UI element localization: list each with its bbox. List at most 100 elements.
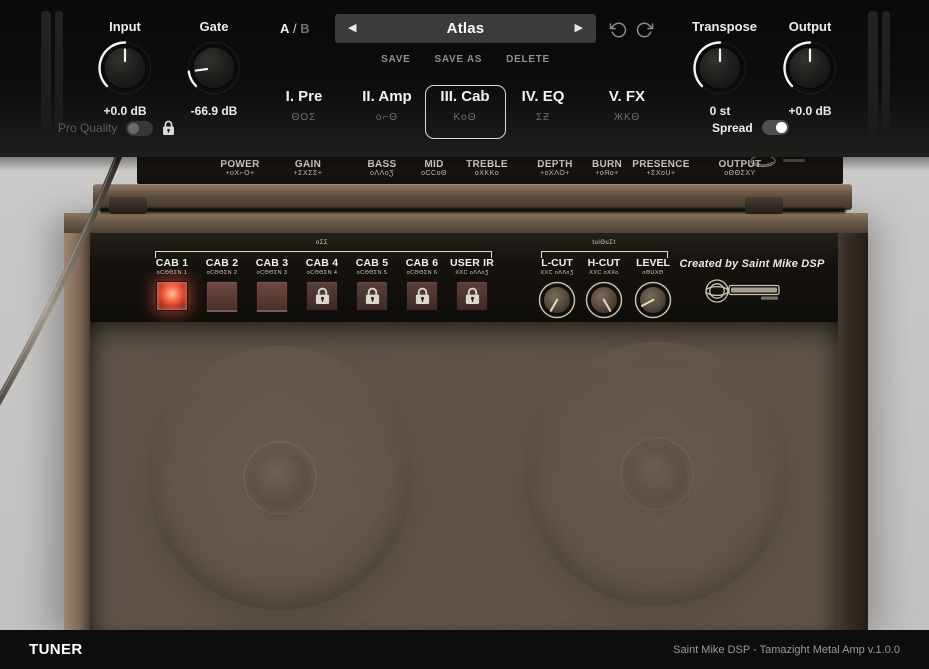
pro-quality-label: Pro Quality bbox=[58, 121, 117, 135]
lock-icon bbox=[162, 120, 175, 136]
level-knob[interactable] bbox=[631, 278, 675, 322]
cab2-column: CAB 2 oCΘΘΣN 2 bbox=[198, 257, 246, 312]
transpose-knob[interactable] bbox=[692, 40, 748, 96]
cab5-button[interactable] bbox=[356, 281, 388, 311]
amp-foot-left bbox=[109, 197, 147, 214]
tab-amp-label: II. Amp bbox=[342, 88, 432, 105]
output-control: OUTPUT oΘΘΣΧY bbox=[700, 159, 780, 177]
gate-knob-group: Gate -66.9 dB bbox=[186, 19, 242, 118]
depth-label: DEPTH bbox=[515, 159, 595, 170]
cab2-glyph: oCΘΘΣN 2 bbox=[198, 270, 246, 276]
lock-icon bbox=[414, 287, 431, 306]
tab-fx-label: V. FX bbox=[582, 88, 672, 105]
preset-next-icon[interactable]: ▶ bbox=[575, 23, 583, 34]
h-cut-knob[interactable] bbox=[582, 278, 626, 322]
presence-label: PRESENCE bbox=[621, 159, 701, 170]
transpose-knob-value: 0 st bbox=[692, 104, 748, 118]
cab2-button[interactable] bbox=[206, 281, 238, 312]
gate-knob-value: -66.9 dB bbox=[186, 104, 242, 118]
plugin-version-text: Saint Mike DSP - Tamazight Metal Amp v.1… bbox=[673, 644, 900, 656]
speaker-cabinet: oΣΣ CAB 1 oCΘΘΣN 1 CAB 2 oCΘΘΣN 2 CAB 3 … bbox=[64, 213, 868, 630]
cabinet-left-frame bbox=[64, 233, 90, 630]
preset-prev-icon[interactable]: ◀ bbox=[348, 23, 356, 34]
spread-label: Spread bbox=[712, 121, 753, 135]
gate-knob-label: Gate bbox=[186, 19, 242, 34]
tab-cab-glyph: ΚoΘ bbox=[420, 112, 510, 123]
output-glyph: oΘΘΣΧY bbox=[700, 170, 780, 177]
power-label: POWER bbox=[200, 159, 280, 170]
tuner-button[interactable]: TUNER bbox=[29, 641, 83, 658]
credit-text: Created by Saint Mike DSP bbox=[662, 258, 842, 270]
ab-a-label: A bbox=[280, 21, 289, 36]
cab3-glyph: oCΘΘΣN 3 bbox=[248, 270, 296, 276]
gain-control: GAIN +ΣΧΣΣ+ bbox=[268, 159, 348, 177]
input-knob[interactable] bbox=[97, 40, 153, 96]
delete-button[interactable]: DELETE bbox=[506, 54, 550, 65]
preset-name[interactable]: Atlas bbox=[447, 20, 485, 37]
lock-icon bbox=[364, 287, 381, 306]
mid-label: MID bbox=[394, 159, 474, 170]
presence-control: PRESENCE +ΣΧoU+ bbox=[621, 159, 701, 177]
level-glyph: oΘUΧΘ bbox=[623, 270, 683, 276]
tab-cab[interactable]: III. Cab ΚoΘ bbox=[420, 88, 510, 123]
cab5-glyph: oCΘΘΣN 5 bbox=[348, 270, 396, 276]
user-ir-glyph: ΧΧC oΛΛoƷ bbox=[448, 270, 496, 276]
tab-pre[interactable]: I. Pre ΘΟΣ bbox=[259, 88, 349, 123]
gate-knob[interactable] bbox=[186, 40, 242, 96]
cab1-glyph: oCΘΘΣN 1 bbox=[148, 270, 196, 276]
cab3-column: CAB 3 oCΘΘΣN 3 bbox=[248, 257, 296, 312]
cab1-column: CAB 1 oCΘΘΣN 1 bbox=[148, 257, 196, 311]
pro-quality-toggle[interactable] bbox=[126, 121, 153, 136]
output-knob-label: Output bbox=[782, 19, 838, 34]
redo-icon[interactable] bbox=[636, 21, 654, 39]
presence-glyph: +ΣΧoU+ bbox=[621, 170, 701, 177]
cab6-button[interactable] bbox=[406, 281, 438, 311]
cab3-button[interactable] bbox=[256, 281, 288, 312]
filter-group-glyph: tulΘuΣt bbox=[559, 240, 649, 246]
transpose-knob-group: Transpose 0 st bbox=[692, 19, 748, 118]
cab6-column: CAB 6 oCΘΘΣN 6 bbox=[398, 257, 446, 311]
tab-pre-glyph: ΘΟΣ bbox=[259, 112, 349, 123]
tab-fx[interactable]: V. FX ЖΚΘ bbox=[582, 88, 672, 123]
bass-label: BASS bbox=[342, 159, 422, 170]
burn-label: BURN bbox=[567, 159, 647, 170]
preset-selector: ◀ Atlas ▶ bbox=[335, 14, 596, 43]
right-speaker bbox=[525, 342, 789, 606]
amp-brand-logo bbox=[749, 157, 819, 171]
save-button[interactable]: SAVE bbox=[381, 54, 410, 65]
tab-cab-label: III. Cab bbox=[420, 88, 510, 105]
save-as-button[interactable]: SAVE AS bbox=[434, 54, 482, 65]
cab5-label: CAB 5 bbox=[348, 257, 396, 269]
user-ir-column: USER IR ΧΧC oΛΛoƷ bbox=[448, 257, 496, 311]
input-meter-right bbox=[55, 11, 63, 133]
cab1-button[interactable] bbox=[156, 281, 188, 311]
lock-icon bbox=[464, 287, 481, 306]
spread-row: Spread bbox=[712, 120, 789, 135]
output-label: OUTPUT bbox=[700, 159, 780, 170]
cab4-glyph: oCΘΘΣN 4 bbox=[298, 270, 346, 276]
tab-eq[interactable]: IV. EQ ΣƵ bbox=[498, 88, 588, 123]
user-ir-button[interactable] bbox=[456, 281, 488, 311]
cab-group-glyph: oΣΣ bbox=[277, 240, 367, 246]
left-speaker bbox=[148, 346, 412, 610]
l-cut-knob[interactable] bbox=[535, 278, 579, 322]
cabinet-control-panel: oΣΣ CAB 1 oCΘΘΣN 1 CAB 2 oCΘΘΣN 2 CAB 3 … bbox=[90, 233, 838, 323]
cab4-label: CAB 4 bbox=[298, 257, 346, 269]
tab-eq-label: IV. EQ bbox=[498, 88, 588, 105]
tab-amp[interactable]: II. Amp o⌐Θ bbox=[342, 88, 432, 123]
cab2-label: CAB 2 bbox=[198, 257, 246, 269]
input-knob-label: Input bbox=[97, 19, 153, 34]
output-knob[interactable] bbox=[782, 40, 838, 96]
amp-head-panel: POWER +oΧ⌐O+ GAIN +ΣΧΣΣ+ BASS oΛΛoƷ MID … bbox=[137, 157, 843, 184]
ab-separator: / bbox=[289, 21, 300, 36]
ab-b-label: B bbox=[300, 21, 309, 36]
amp-render-scene: oΣΣ CAB 1 oCΘΘΣN 1 CAB 2 oCΘΘΣN 2 CAB 3 … bbox=[0, 157, 929, 630]
ab-compare-switch[interactable]: A / B bbox=[280, 21, 310, 36]
pro-quality-row: Pro Quality bbox=[58, 120, 175, 136]
gain-glyph: +ΣΧΣΣ+ bbox=[268, 170, 348, 177]
cabinet-right-frame bbox=[838, 233, 868, 630]
spread-toggle[interactable] bbox=[762, 120, 789, 135]
cab4-button[interactable] bbox=[306, 281, 338, 311]
cab1-label: CAB 1 bbox=[148, 257, 196, 269]
undo-icon[interactable] bbox=[609, 21, 627, 39]
